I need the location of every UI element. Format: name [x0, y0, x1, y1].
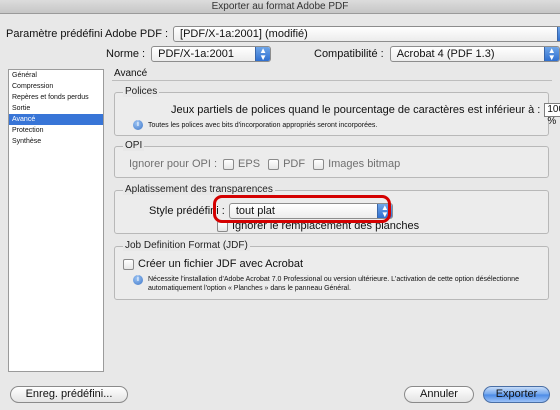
preset-label: Paramètre prédéfini Adobe PDF : [6, 28, 169, 40]
flattening-group-title: Aplatissement des transparences [123, 184, 275, 195]
sidebar-item-summary[interactable]: Synthèse [9, 136, 103, 147]
bitmap-images-checkbox[interactable] [313, 158, 325, 170]
subset-label: Jeux partiels de polices quand le pource… [171, 104, 541, 116]
eps-checkbox[interactable] [223, 158, 235, 170]
compat-value: Acrobat 4 (PDF 1.3) [396, 48, 495, 60]
panel-title: Avancé [114, 68, 148, 79]
create-jdf-label: Créer un fichier JDF avec Acrobat [138, 258, 304, 270]
info-icon: i [133, 120, 143, 130]
preset-value: [PDF/X-1a:2001] (modifié) [180, 28, 308, 40]
fonts-note-row: i Toutes les polices avec bits d'incorpo… [133, 120, 377, 130]
dropdown-arrows-icon: ▲▼ [543, 47, 559, 61]
subset-threshold-field[interactable]: 100 % [544, 103, 560, 127]
eps-label: EPS [238, 158, 261, 170]
dropdown-arrows-icon: ▲▼ [255, 47, 271, 61]
opi-group: OPI Ignorer pour OPI : EPS PDF Images bi… [114, 140, 549, 178]
window-titlebar: Exporter au format Adobe PDF [0, 0, 560, 14]
pdf-checkbox[interactable] [268, 158, 280, 170]
pdf-label: PDF [283, 158, 306, 170]
standard-label: Norme : [106, 48, 146, 60]
preset-row: Paramètre prédéfini Adobe PDF : [PDF/X-1… [6, 26, 560, 42]
opi-omit-label: Ignorer pour OPI : [129, 158, 218, 170]
jdf-create-row: Créer un fichier JDF avec Acrobat [123, 258, 303, 270]
jdf-group: Job Definition Format (JDF) Créer un fic… [114, 240, 549, 300]
jdf-note: Nécessite l'installation d'Adobe Acrobat… [148, 275, 519, 293]
sidebar-item-security[interactable]: Protection [9, 125, 103, 136]
sidebar-item-compression[interactable]: Compression [9, 81, 103, 92]
subset-row: Jeux partiels de polices quand le pource… [171, 103, 560, 127]
cancel-button[interactable]: Annuler [404, 386, 474, 403]
sidebar-item-general[interactable]: Général [9, 70, 103, 81]
fonts-group-title: Polices [123, 86, 160, 97]
compat-row: Compatibilité : Acrobat 4 (PDF 1.3) ▲ ▼ [314, 46, 560, 62]
highlight-annotation [213, 195, 391, 223]
standard-value: PDF/X-1a:2001 [158, 48, 234, 60]
window-title: Exporter au format Adobe PDF [211, 1, 349, 12]
standard-row: Norme : PDF/X-1a:2001 ▲ ▼ [106, 46, 272, 62]
info-icon: i [133, 275, 143, 285]
bitmap-images-label: Images bitmap [328, 158, 401, 170]
export-button[interactable]: Exporter [483, 386, 550, 403]
opi-group-title: OPI [123, 140, 145, 151]
fonts-group: Polices Jeux partiels de polices quand l… [114, 86, 560, 136]
jdf-note-line-1: Nécessite l'installation d'Adobe Acrobat… [148, 276, 519, 283]
create-jdf-checkbox[interactable] [123, 258, 134, 270]
compat-dropdown[interactable]: Acrobat 4 (PDF 1.3) ▲ ▼ [389, 46, 560, 62]
compat-label: Compatibilité : [314, 48, 384, 60]
jdf-group-title: Job Definition Format (JDF) [123, 240, 250, 251]
preset-dropdown[interactable]: [PDF/X-1a:2001] (modifié) ▲▼ [173, 26, 560, 42]
sidebar-item-advanced[interactable]: Avancé [9, 114, 103, 125]
standard-dropdown[interactable]: PDF/X-1a:2001 ▲ ▼ [151, 46, 272, 62]
sidebar-item-marks-bleeds[interactable]: Repères et fonds perdus [9, 92, 103, 103]
save-preset-button[interactable]: Enreg. prédéfini... [10, 386, 128, 403]
opi-row: Ignorer pour OPI : EPS PDF Images bitmap [129, 158, 400, 170]
sidebar: Général Compression Repères et fonds per… [8, 69, 104, 372]
fonts-note: Toutes les polices avec bits d'incorpora… [148, 121, 378, 129]
panel-divider [112, 80, 552, 81]
sidebar-item-output[interactable]: Sortie [9, 103, 103, 114]
jdf-note-line-2: automatiquement l'option « Planches » da… [148, 285, 351, 292]
jdf-note-row: i Nécessite l'installation d'Adobe Acrob… [133, 275, 519, 293]
